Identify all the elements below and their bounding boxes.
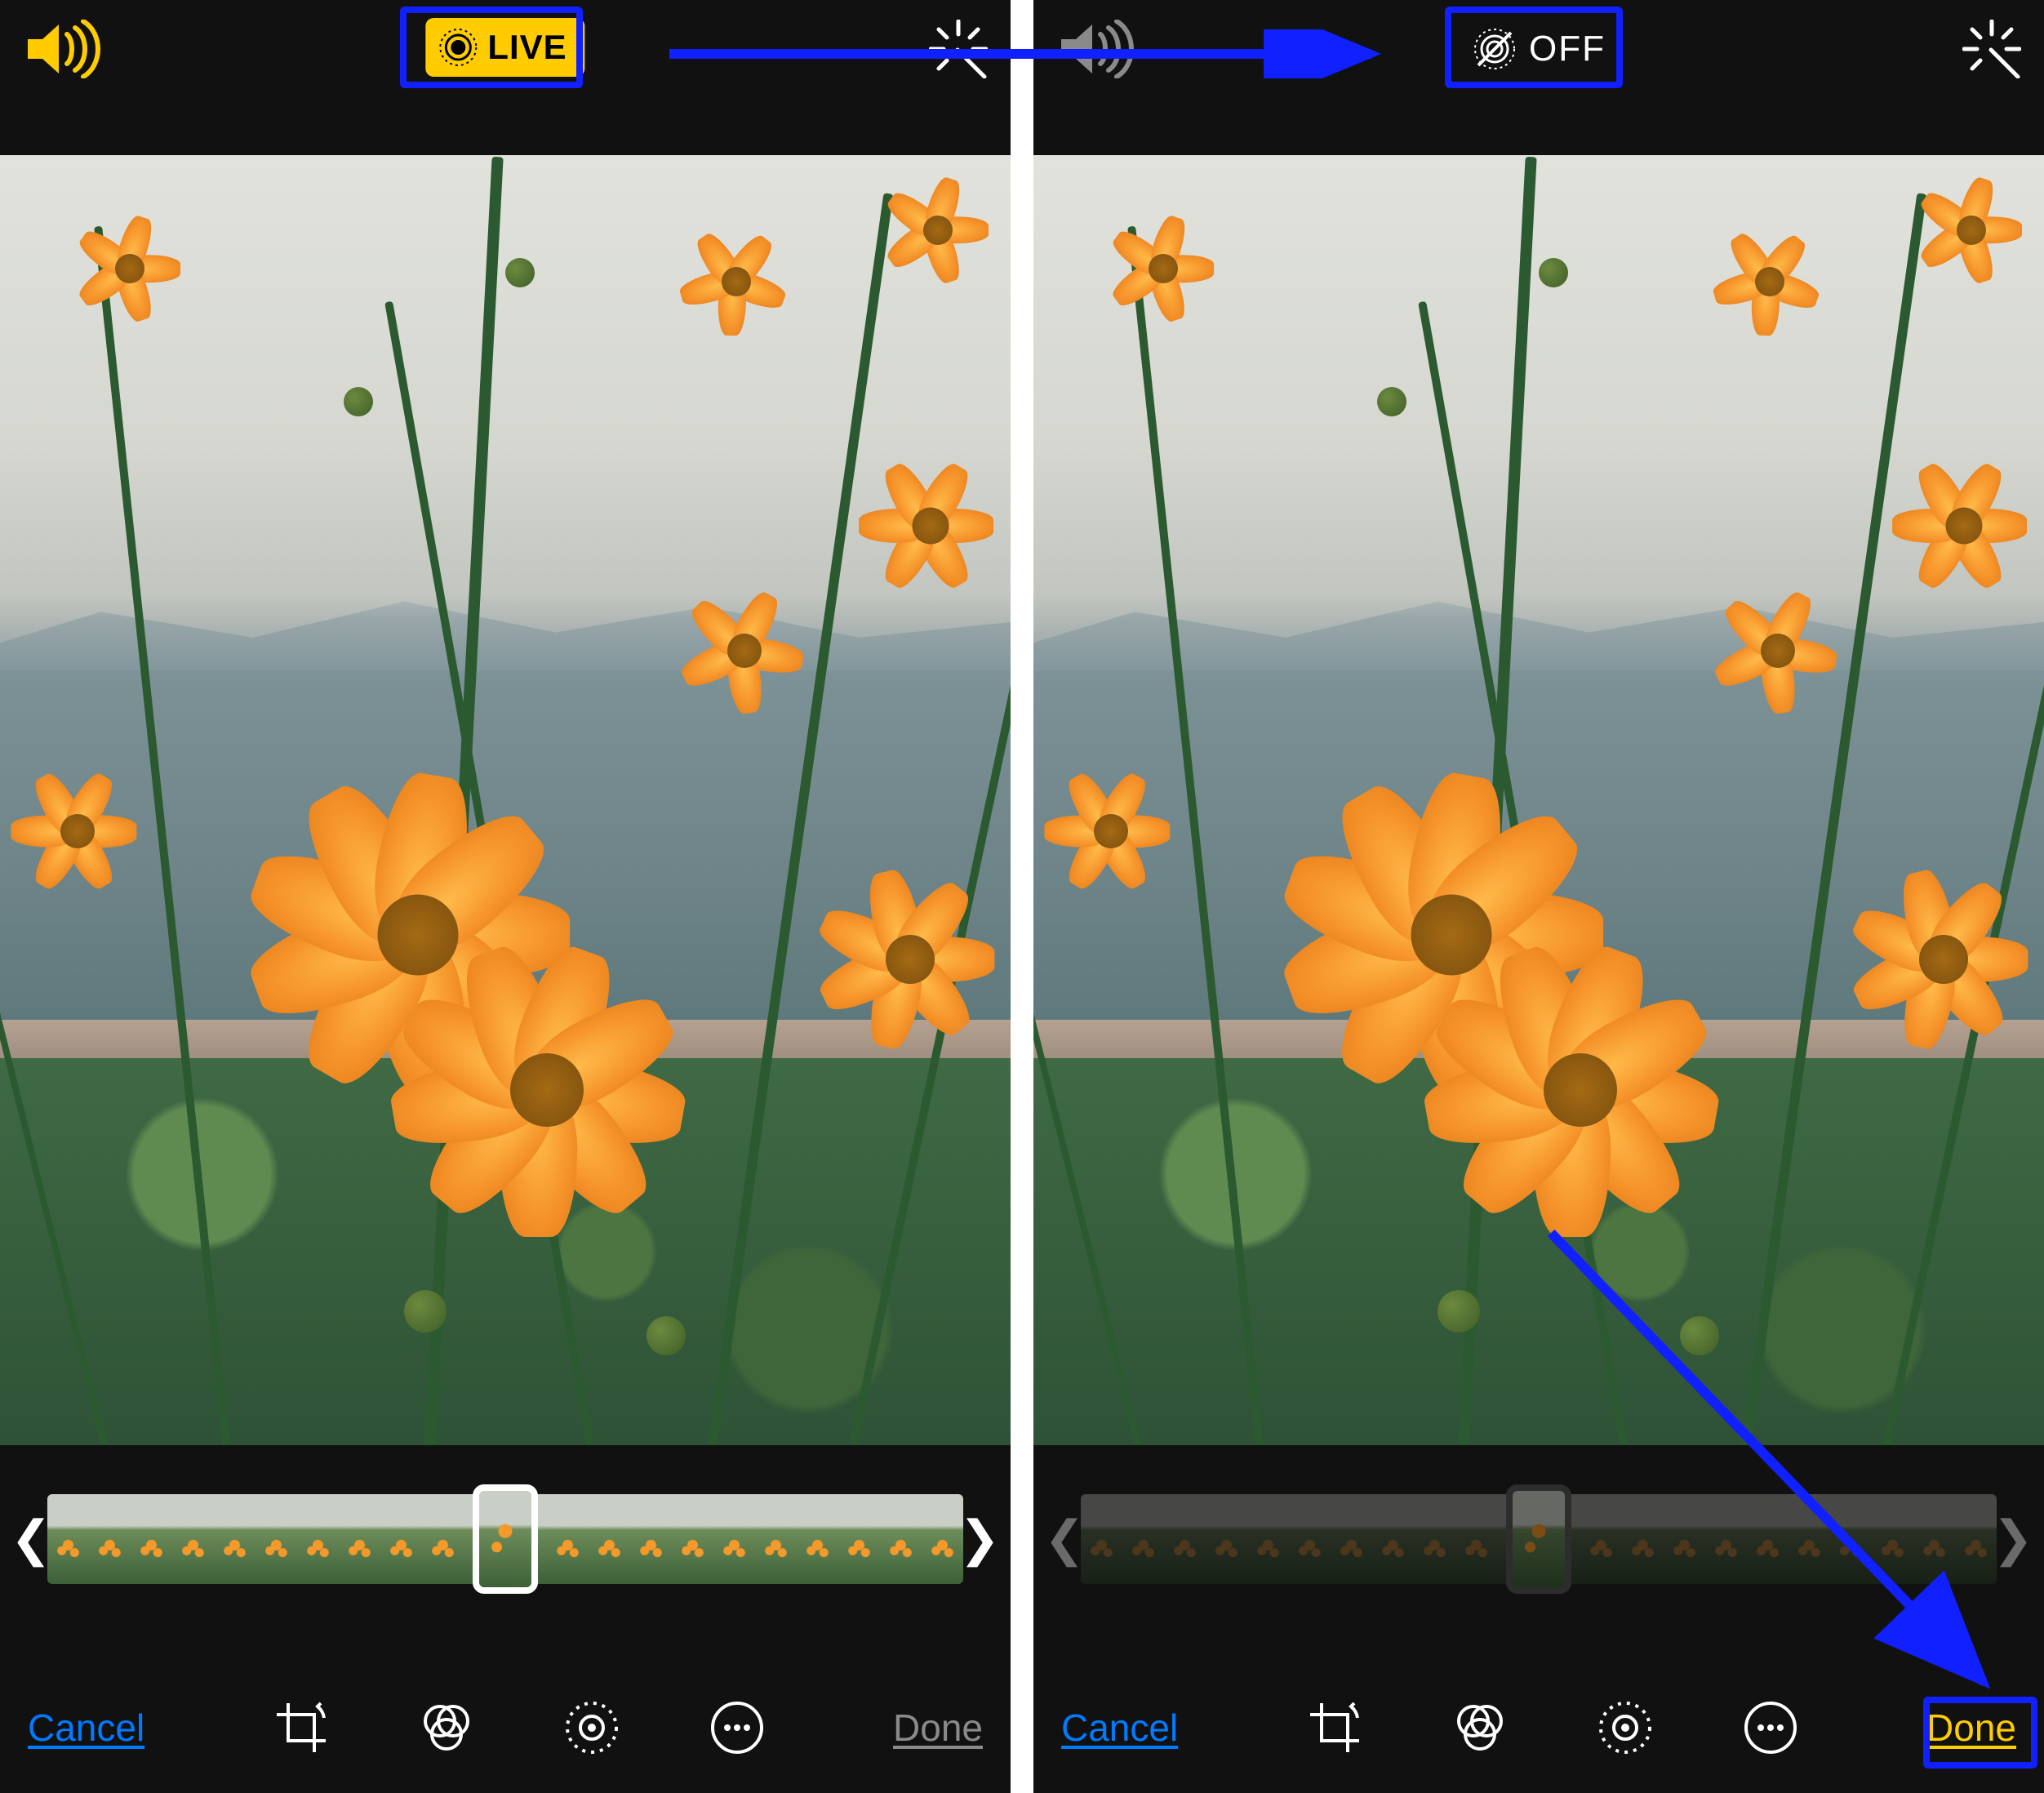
done-button[interactable]: Done xyxy=(893,1706,983,1750)
crop-rotate-icon[interactable] xyxy=(1307,1700,1362,1755)
filters-icon[interactable] xyxy=(1452,1700,1508,1755)
cancel-button[interactable]: Cancel xyxy=(1061,1706,1178,1750)
speaker-on-icon[interactable] xyxy=(23,20,101,78)
more-icon[interactable] xyxy=(1743,1700,1798,1755)
bottom-toolbar: Cancel Done xyxy=(1033,1662,2044,1793)
filters-icon[interactable] xyxy=(419,1700,474,1755)
editor-panel-live: LIVE xyxy=(0,0,1011,1793)
speaker-dim-icon[interactable] xyxy=(1056,20,1135,78)
adjust-icon[interactable] xyxy=(564,1700,620,1755)
cancel-button[interactable]: Cancel xyxy=(28,1706,144,1750)
chevron-right-icon[interactable]: ❯ xyxy=(963,1486,996,1592)
editor-panel-off: OFF ❮ ❯ xyxy=(1033,0,2044,1793)
top-bar: OFF xyxy=(1033,0,2044,155)
more-icon[interactable] xyxy=(709,1700,765,1755)
live-photo-icon xyxy=(437,26,479,69)
magic-wand-icon[interactable] xyxy=(929,20,988,78)
photo-preview[interactable] xyxy=(0,155,1011,1445)
live-photo-off-icon xyxy=(1472,26,1517,72)
adjust-icon[interactable] xyxy=(1597,1700,1653,1755)
chevron-left-icon[interactable]: ❮ xyxy=(15,1486,47,1592)
magic-wand-icon[interactable] xyxy=(1962,20,2021,78)
off-badge-label: OFF xyxy=(1529,29,1606,69)
crop-rotate-icon[interactable] xyxy=(273,1700,329,1755)
done-button[interactable]: Done xyxy=(1926,1706,2016,1750)
key-photo-handle[interactable] xyxy=(473,1484,538,1594)
bottom-toolbar: Cancel Done xyxy=(0,1662,1011,1793)
live-badge-label: LIVE xyxy=(487,28,567,67)
live-photo-toggle[interactable]: LIVE xyxy=(425,18,584,77)
chevron-left-icon: ❮ xyxy=(1048,1486,1081,1592)
chevron-right-icon: ❯ xyxy=(1997,1486,2029,1592)
live-photo-filmstrip[interactable]: ❮ ❯ xyxy=(15,1478,996,1600)
photo-preview[interactable] xyxy=(1033,155,2044,1445)
live-photo-filmstrip: ❮ ❯ xyxy=(1048,1478,2029,1600)
top-bar: LIVE xyxy=(0,0,1011,155)
key-photo-handle xyxy=(1506,1484,1571,1594)
live-photo-toggle[interactable]: OFF xyxy=(1452,18,1625,80)
